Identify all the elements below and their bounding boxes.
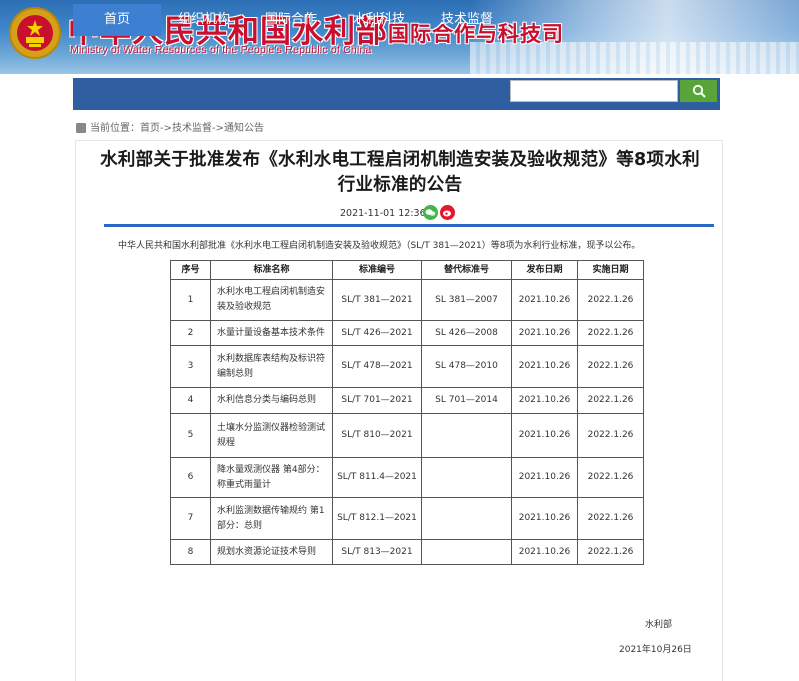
cell-code: SL/T 701—2021 [332, 387, 422, 414]
cell-name: 水利信息分类与编码总则 [210, 387, 333, 414]
cell-impl: 2022.1.26 [577, 413, 644, 458]
cell-replace [421, 539, 512, 565]
nav-item-organization[interactable]: 组织机构 [161, 4, 247, 36]
cell-impl: 2022.1.26 [577, 345, 644, 388]
nav-item-home[interactable]: 首页 [73, 4, 161, 36]
article-signer: 水利部 [645, 620, 673, 630]
cell-no: 1 [170, 279, 211, 321]
cell-name: 水利水电工程启闭机制造安装及验收规范 [210, 279, 333, 321]
cell-code: SL/T 811.4—2021 [332, 457, 422, 498]
cell-replace: SL 381—2007 [421, 279, 512, 321]
header-code: 标准编号 [332, 260, 422, 280]
cell-code: SL/T 812.1—2021 [332, 497, 422, 540]
search-icon [692, 84, 706, 98]
cell-no: 2 [170, 320, 211, 346]
cell-pub: 2021.10.26 [511, 539, 578, 565]
cell-replace [421, 457, 512, 498]
cell-replace: SL 426—2008 [421, 320, 512, 346]
table-row: 7 水利监测数据传输规约 第1部分：总则 SL/T 812.1—2021 202… [170, 497, 644, 540]
cell-name: 土壤水分监测仪器检验测试规程 [210, 413, 333, 458]
cell-replace: SL 701—2014 [421, 387, 512, 414]
title-divider [104, 224, 714, 227]
table-row: 4 水利信息分类与编码总则 SL/T 701—2021 SL 701—2014 … [170, 387, 644, 414]
article-datetime: 2021-11-01 12:36 [340, 208, 426, 219]
header-replace: 替代标准号 [421, 260, 512, 280]
breadcrumb: 当前位置：首页->技术监督->通知公告 [76, 120, 264, 138]
header-pub-date: 发布日期 [511, 260, 578, 280]
cell-code: SL/T 813—2021 [332, 539, 422, 565]
nav-item-tech-supervision[interactable]: 技术监督 [423, 4, 511, 36]
cell-pub: 2021.10.26 [511, 387, 578, 414]
standards-table: 序号 标准名称 标准编号 替代标准号 发布日期 实施日期 1 水利水电工程启闭机… [170, 260, 644, 565]
article-sign-date: 2021年10月26日 [619, 645, 692, 655]
cell-replace [421, 413, 512, 458]
article-intro: 中华人民共和国水利部批准《水利水电工程启闭机制造安装及验收规范》（SL/T 38… [118, 241, 641, 251]
location-icon [76, 123, 86, 133]
table-row: 2 水量计量设备基本技术条件 SL/T 426—2021 SL 426—2008… [170, 320, 644, 346]
cell-replace: SL 478—2010 [421, 345, 512, 388]
cell-code: SL/T 478—2021 [332, 345, 422, 388]
weibo-icon[interactable] [440, 205, 455, 220]
cell-impl: 2022.1.26 [577, 320, 644, 346]
table-row: 8 规划水资源论证技术导则 SL/T 813—2021 2021.10.26 2… [170, 539, 644, 565]
nav-item-international[interactable]: 国际合作 [247, 4, 335, 36]
search-input[interactable] [510, 80, 678, 102]
cell-pub: 2021.10.26 [511, 413, 578, 458]
national-emblem-icon [9, 7, 61, 59]
header-name: 标准名称 [210, 260, 333, 280]
cell-name: 规划水资源论证技术导则 [210, 539, 333, 565]
search-button[interactable] [680, 80, 717, 102]
cell-pub: 2021.10.26 [511, 497, 578, 540]
cell-name: 降水量观测仪器 第4部分：称重式雨量计 [210, 457, 333, 498]
article-title: 水利部关于批准发布《水利水电工程启闭机制造安装及验收规范》等8项水利行业标准的公… [100, 150, 700, 195]
cell-no: 6 [170, 457, 211, 498]
cell-pub: 2021.10.26 [511, 457, 578, 498]
cell-pub: 2021.10.26 [511, 279, 578, 321]
cell-impl: 2022.1.26 [577, 457, 644, 498]
table-row: 5 土壤水分监测仪器检验测试规程 SL/T 810—2021 2021.10.2… [170, 413, 644, 458]
cell-name: 水量计量设备基本技术条件 [210, 320, 333, 346]
cell-no: 5 [170, 413, 211, 458]
cell-name: 水利监测数据传输规约 第1部分：总则 [210, 497, 333, 540]
header-impl-date: 实施日期 [577, 260, 644, 280]
table-header-row: 序号 标准名称 标准编号 替代标准号 发布日期 实施日期 [170, 260, 644, 280]
breadcrumb-label: 当前位置： [90, 123, 140, 134]
site-subtitle: Ministry of Water Resources of the Peopl… [70, 44, 372, 56]
cell-impl: 2022.1.26 [577, 279, 644, 321]
table-row: 3 水利数据库表结构及标识符编制总则 SL/T 478—2021 SL 478—… [170, 345, 644, 388]
cell-impl: 2022.1.26 [577, 387, 644, 414]
cell-replace [421, 497, 512, 540]
cell-no: 7 [170, 497, 211, 540]
cell-no: 8 [170, 539, 211, 565]
cell-no: 3 [170, 345, 211, 388]
wechat-icon[interactable] [423, 205, 438, 220]
cell-pub: 2021.10.26 [511, 320, 578, 346]
cell-code: SL/T 426—2021 [332, 320, 422, 346]
table-row: 6 降水量观测仪器 第4部分：称重式雨量计 SL/T 811.4—2021 20… [170, 457, 644, 498]
header-no: 序号 [170, 260, 211, 280]
breadcrumb-path[interactable]: 首页->技术监督->通知公告 [140, 123, 264, 134]
cell-impl: 2022.1.26 [577, 497, 644, 540]
table-row: 1 水利水电工程启闭机制造安装及验收规范 SL/T 381—2021 SL 38… [170, 279, 644, 321]
cell-name: 水利数据库表结构及标识符编制总则 [210, 345, 333, 388]
cell-code: SL/T 810—2021 [332, 413, 422, 458]
cell-pub: 2021.10.26 [511, 345, 578, 388]
cell-code: SL/T 381—2021 [332, 279, 422, 321]
cell-no: 4 [170, 387, 211, 414]
nav-item-water-tech[interactable]: 水利科技 [335, 4, 423, 36]
cell-impl: 2022.1.26 [577, 539, 644, 565]
